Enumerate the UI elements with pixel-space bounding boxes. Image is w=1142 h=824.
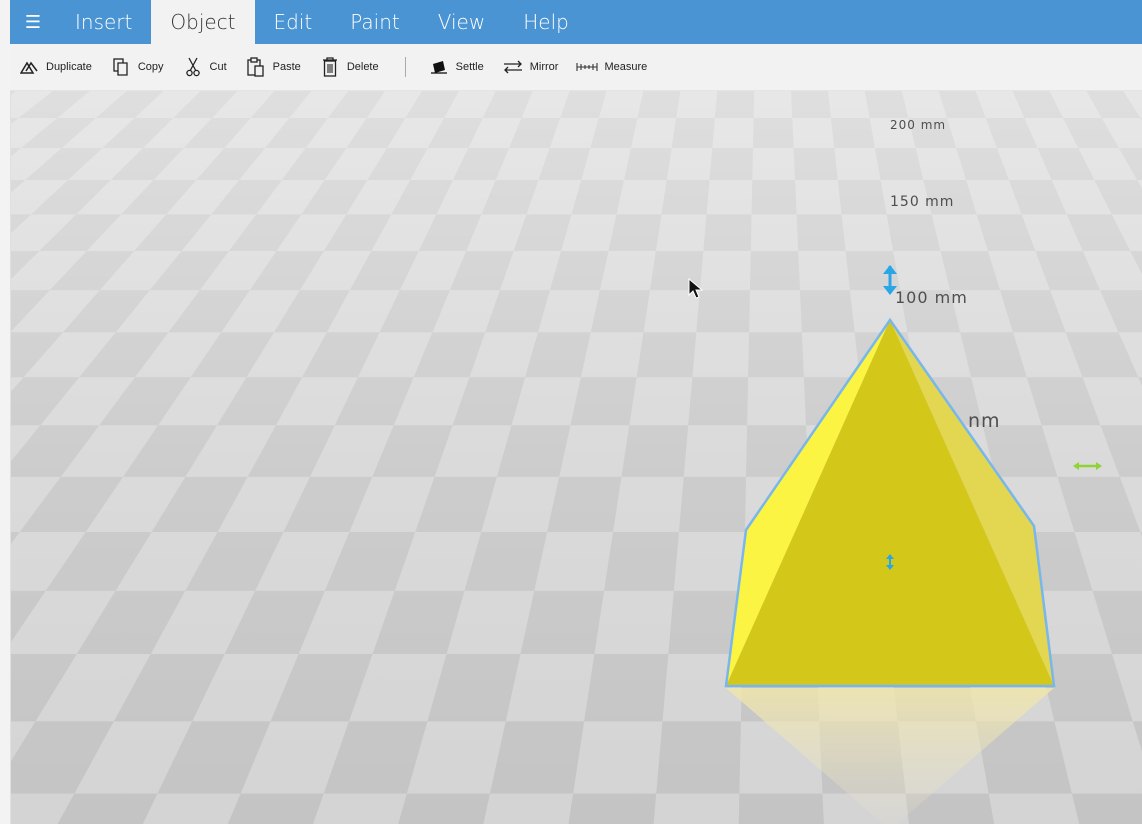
mirror-label: Mirror <box>529 61 559 73</box>
delete-label: Delete <box>346 61 379 73</box>
mirror-icon <box>502 56 524 78</box>
ruler-label-150mm: 150 mm <box>890 194 955 210</box>
tab-help[interactable]: Help <box>504 0 588 44</box>
settle-icon <box>428 56 450 78</box>
duplicate-icon <box>18 56 40 78</box>
settle-label: Settle <box>455 61 484 73</box>
object-toolbar: Duplicate Copy Cut Paste Delete Settle M… <box>10 44 1142 91</box>
hamburger-icon[interactable]: ☰ <box>10 0 56 44</box>
tab-object[interactable]: Object <box>151 0 255 44</box>
measure-button[interactable]: Measure <box>574 52 649 82</box>
tab-insert[interactable]: Insert <box>56 0 151 44</box>
toolbar-divider <box>404 57 406 77</box>
mirror-button[interactable]: Mirror <box>500 52 561 82</box>
ruler-label-200mm: 200 mm <box>890 118 947 132</box>
build-plate-scene <box>10 90 1142 824</box>
window-left-edge <box>0 0 11 824</box>
duplicate-label: Duplicate <box>46 61 92 73</box>
cut-button[interactable]: Cut <box>180 52 229 82</box>
ruler-label-100mm: 100 mm <box>895 288 968 307</box>
mouse-pointer-icon <box>688 278 704 299</box>
ruler-label-50mm: nm <box>968 410 1001 432</box>
scissors-icon <box>182 56 204 78</box>
measure-icon <box>576 56 599 78</box>
measure-label: Measure <box>604 61 648 73</box>
cut-label: Cut <box>209 61 227 73</box>
3d-viewport[interactable]: 200 mm 150 mm 100 mm nm <box>10 90 1142 824</box>
trash-icon <box>319 56 341 78</box>
tab-paint[interactable]: Paint <box>331 0 419 44</box>
tab-view[interactable]: View <box>419 0 504 44</box>
paste-icon <box>245 56 267 78</box>
tab-edit[interactable]: Edit <box>255 0 332 44</box>
duplicate-button[interactable]: Duplicate <box>16 52 94 82</box>
copy-label: Copy <box>137 61 164 73</box>
menu-bar: ☰ Insert Object Edit Paint View Help <box>10 0 1142 44</box>
copy-icon <box>110 56 132 78</box>
copy-button[interactable]: Copy <box>108 52 166 82</box>
settle-button[interactable]: Settle <box>426 52 486 82</box>
paste-button[interactable]: Paste <box>243 52 303 82</box>
delete-button[interactable]: Delete <box>317 52 381 82</box>
paste-label: Paste <box>272 61 301 73</box>
